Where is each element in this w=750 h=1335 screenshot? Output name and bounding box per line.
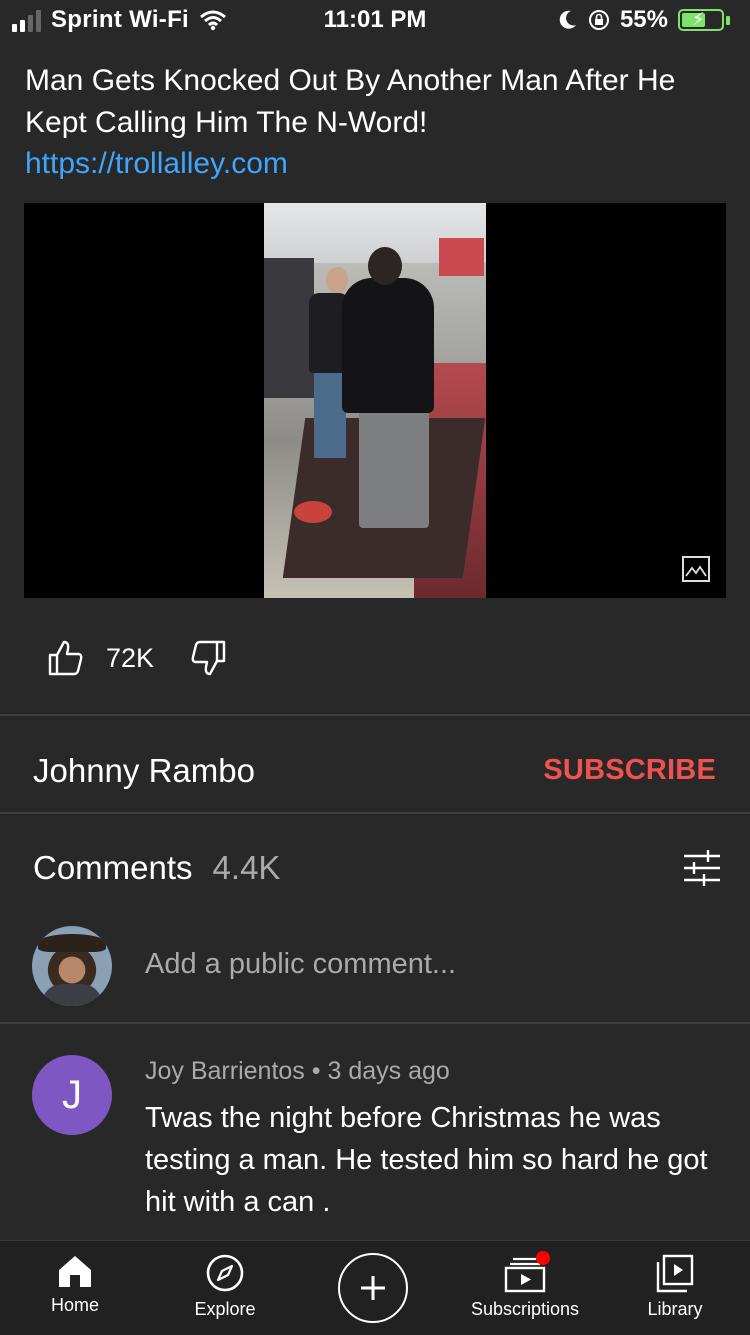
create-button[interactable] (338, 1253, 408, 1323)
post-actions: 72K (46, 638, 228, 678)
battery-icon: ⚡ (678, 9, 724, 31)
add-comment-input[interactable]: Add a public comment... (145, 948, 456, 981)
nav-library-label: Library (647, 1299, 703, 1319)
comment-time: 3 days ago (327, 1057, 450, 1085)
nav-home-label: Home (50, 1295, 99, 1315)
like-count: 72K (106, 642, 155, 673)
status-bar: Sprint Wi-Fi 11:01 PM 55% ⚡ (0, 0, 750, 42)
sort-filter-icon[interactable] (682, 848, 722, 888)
library-icon (656, 1254, 694, 1293)
nav-explore[interactable]: Explore (150, 1253, 300, 1320)
divider (0, 1022, 750, 1024)
like-icon[interactable] (46, 639, 84, 677)
image-icon[interactable] (682, 556, 710, 582)
comments-label: Comments (33, 849, 193, 886)
commenter-avatar[interactable]: J (32, 1055, 112, 1135)
nav-library[interactable]: Library (600, 1253, 750, 1320)
comments-count: 4.4K (212, 849, 281, 886)
comments-header: Comments 4.4K (33, 849, 280, 887)
comment-author[interactable]: Joy Barrientos (145, 1057, 305, 1085)
meta-separator: • (311, 1057, 321, 1085)
compass-icon (206, 1254, 244, 1292)
channel-name[interactable]: Johnny Rambo (33, 752, 255, 790)
subscribe-button[interactable]: SUBSCRIBE (543, 754, 716, 787)
dislike-icon[interactable] (190, 639, 228, 677)
comment-text: Twas the night before Christmas he was t… (145, 1102, 708, 1218)
nav-subscriptions[interactable]: Subscriptions (450, 1251, 600, 1320)
post-link[interactable]: https://trollalley.com (25, 144, 288, 184)
notification-dot (536, 1251, 550, 1265)
divider (0, 714, 750, 716)
nav-home[interactable]: Home (0, 1253, 150, 1316)
comment-meta: Joy Barrientos • 3 days ago (145, 1057, 450, 1086)
bottom-nav: Home Explore Subscriptions Library (0, 1240, 750, 1335)
video-frame (264, 203, 486, 598)
moon-icon (559, 10, 576, 29)
nav-explore-label: Explore (194, 1299, 256, 1319)
home-icon (59, 1256, 91, 1287)
divider (0, 812, 750, 814)
nav-subscriptions-label: Subscriptions (470, 1299, 580, 1319)
rotation-lock-icon (588, 10, 609, 30)
post-image[interactable] (24, 203, 726, 598)
user-avatar[interactable] (32, 926, 112, 1006)
plus-icon (361, 1276, 385, 1300)
battery-percent: 55% (619, 6, 668, 33)
post-title: Man Gets Knocked Out By Another Man Afte… (25, 64, 676, 139)
